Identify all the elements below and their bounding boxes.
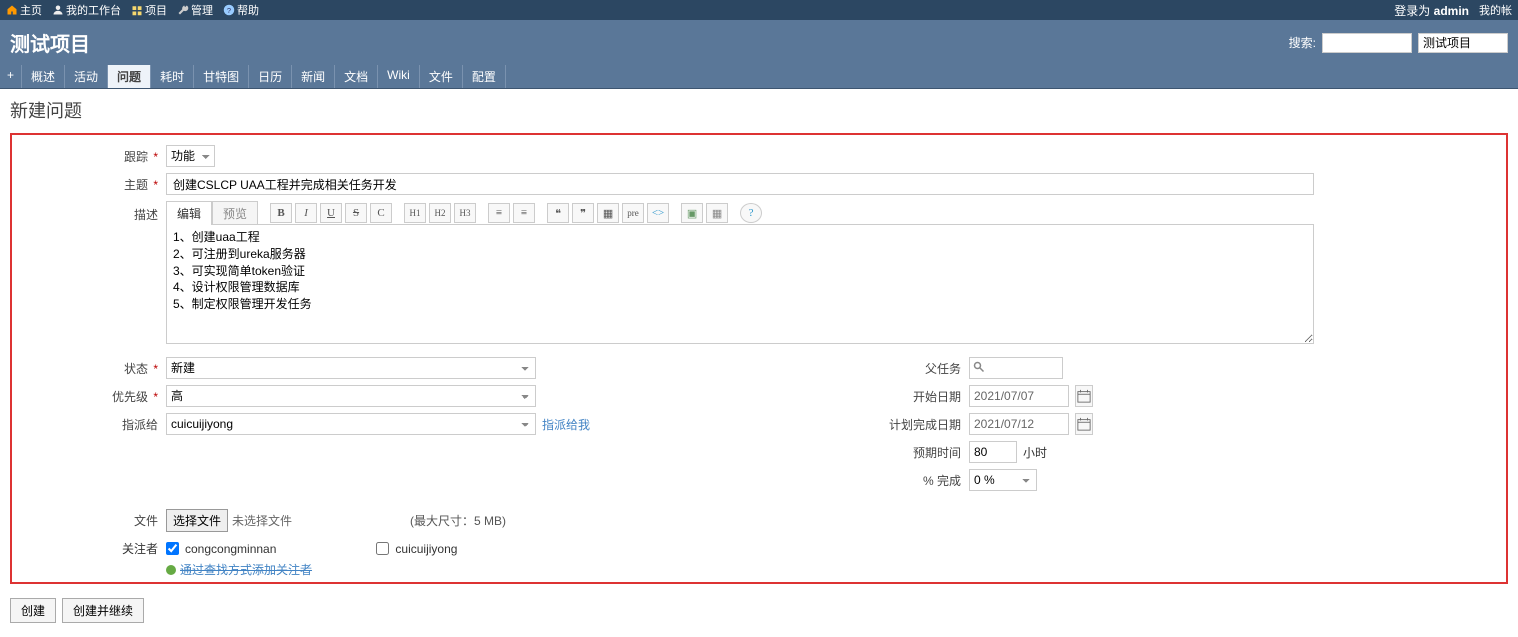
editor-h2-button[interactable]: H2 — [429, 203, 451, 223]
status-select[interactable]: 新建 — [166, 357, 536, 379]
assign-to-me-link[interactable]: 指派给我 — [542, 416, 590, 433]
issue-form: 跟踪 * 功能 主题 * 描述 编辑 预览 B I U S C — [10, 133, 1508, 584]
editor-bold-button[interactable]: B — [270, 203, 292, 223]
create-continue-button[interactable]: 创建并继续 — [62, 598, 144, 623]
percent-done-select[interactable]: 0 % — [969, 469, 1037, 491]
create-button[interactable]: 创建 — [10, 598, 56, 623]
tab-activity[interactable]: 活动 — [65, 65, 108, 88]
assignee-label: 指派给 — [26, 413, 166, 433]
tab-time[interactable]: 耗时 — [151, 65, 194, 88]
editor-italic-button[interactable]: I — [295, 203, 317, 223]
file-hint: (最大尺寸：5 MB) — [410, 512, 506, 529]
project-title: 测试项目 — [10, 28, 90, 57]
assignee-select[interactable]: cuicuijiyong — [166, 413, 536, 435]
search-label: 搜索: — [1289, 34, 1316, 51]
editor-underline-button[interactable]: U — [320, 203, 342, 223]
editor-ul-button[interactable]: ≡ — [488, 203, 510, 223]
status-label: 状态 * — [26, 357, 166, 377]
tab-new[interactable]: + — [0, 65, 22, 88]
tab-settings[interactable]: 配置 — [463, 65, 506, 88]
calendar-icon — [1077, 417, 1091, 431]
tab-gantt[interactable]: 甘特图 — [194, 65, 249, 88]
nav-help[interactable]: ?帮助 — [223, 2, 259, 18]
nav-projects[interactable]: 项目 — [131, 2, 167, 18]
description-label: 描述 — [26, 201, 166, 223]
start-date-picker-button[interactable] — [1075, 385, 1093, 407]
project-jump-select[interactable] — [1418, 33, 1508, 53]
due-date-label: 计划完成日期 — [769, 413, 969, 433]
add-icon — [166, 565, 176, 575]
editor-quote-in-button[interactable]: ❝ — [547, 203, 569, 223]
tab-calendar[interactable]: 日历 — [249, 65, 292, 88]
editor-tab-preview[interactable]: 预览 — [212, 201, 258, 225]
percent-done-label: % 完成 — [769, 469, 969, 489]
search-icon — [973, 361, 985, 373]
help-icon: ? — [223, 4, 235, 16]
search-input[interactable] — [1322, 33, 1412, 53]
editor-attach-button[interactable]: ▦ — [706, 203, 728, 223]
editor-pre-button[interactable]: pre — [622, 203, 644, 223]
editor-tab-edit[interactable]: 编辑 — [166, 201, 212, 225]
projects-icon — [131, 4, 143, 16]
wrench-icon — [177, 4, 189, 16]
tab-wiki[interactable]: Wiki — [378, 65, 420, 88]
calendar-icon — [1077, 389, 1091, 403]
estimated-hours-input[interactable] — [969, 441, 1017, 463]
start-date-label: 开始日期 — [769, 385, 969, 405]
tab-overview[interactable]: 概述 — [22, 65, 65, 88]
main-tabs: + 概述 活动 问题 耗时 甘特图 日历 新闻 文档 Wiki 文件 配置 — [0, 65, 1518, 89]
description-textarea[interactable] — [166, 224, 1314, 344]
editor-table-button[interactable]: ▦ — [597, 203, 619, 223]
editor-quote-out-button[interactable]: ❞ — [572, 203, 594, 223]
editor-image-button[interactable]: ▣ — [681, 203, 703, 223]
due-date-picker-button[interactable] — [1075, 413, 1093, 435]
editor-ol-button[interactable]: ≡ — [513, 203, 535, 223]
tracker-label: 跟踪 * — [26, 145, 166, 165]
user-icon — [52, 4, 64, 16]
page-title: 新建问题 — [10, 97, 1508, 123]
tab-files[interactable]: 文件 — [420, 65, 463, 88]
project-header: 测试项目 搜索: — [0, 20, 1518, 65]
watcher-2-checkbox[interactable] — [376, 542, 389, 555]
search-add-watcher-link[interactable]: 通过查找方式添加关注者 — [166, 561, 312, 578]
svg-text:?: ? — [227, 6, 231, 15]
editor-codeblock-button[interactable]: <> — [647, 203, 669, 223]
file-none-text: 未选择文件 — [232, 512, 292, 529]
tracker-select[interactable]: 功能 — [166, 145, 215, 167]
nav-manage[interactable]: 管理 — [177, 2, 213, 18]
editor-h3-button[interactable]: H3 — [454, 203, 476, 223]
subject-input[interactable] — [166, 173, 1314, 195]
watcher-checkbox-2[interactable]: cuicuijiyong — [376, 542, 457, 556]
priority-select[interactable]: 高 — [166, 385, 536, 407]
editor-strike-button[interactable]: S — [345, 203, 367, 223]
editor-help-button[interactable]: ? — [740, 203, 762, 223]
watcher-1-checkbox[interactable] — [166, 542, 179, 555]
file-select-button[interactable]: 选择文件 — [166, 509, 228, 532]
nav-my-account[interactable]: 我的帐 — [1479, 2, 1512, 18]
top-nav: 主页 我的工作台 项目 管理 ?帮助 登录为 admin 我的帐 — [0, 0, 1518, 20]
editor-h1-button[interactable]: H1 — [404, 203, 426, 223]
logged-in-label: 登录为 admin — [1394, 2, 1469, 19]
tab-docs[interactable]: 文档 — [335, 65, 378, 88]
parent-label: 父任务 — [769, 357, 969, 377]
priority-label: 优先级 * — [26, 385, 166, 405]
start-date-input[interactable] — [969, 385, 1069, 407]
nav-home[interactable]: 主页 — [6, 2, 42, 18]
editor-code-button[interactable]: C — [370, 203, 392, 223]
watcher-checkbox-1[interactable]: congcongminnan — [166, 542, 276, 556]
tab-issues[interactable]: 问题 — [108, 65, 151, 88]
files-label: 文件 — [26, 512, 166, 529]
editor-toolbar: B I U S C H1 H2 H3 ≡ ≡ ❝ ❞ — [264, 201, 768, 225]
hours-unit: 小时 — [1023, 444, 1047, 461]
estimated-label: 预期时间 — [769, 441, 969, 461]
subject-label: 主题 * — [26, 173, 166, 193]
tab-news[interactable]: 新闻 — [292, 65, 335, 88]
watchers-label: 关注者 — [26, 540, 166, 557]
due-date-input[interactable] — [969, 413, 1069, 435]
home-icon — [6, 4, 18, 16]
nav-mywork[interactable]: 我的工作台 — [52, 2, 121, 18]
